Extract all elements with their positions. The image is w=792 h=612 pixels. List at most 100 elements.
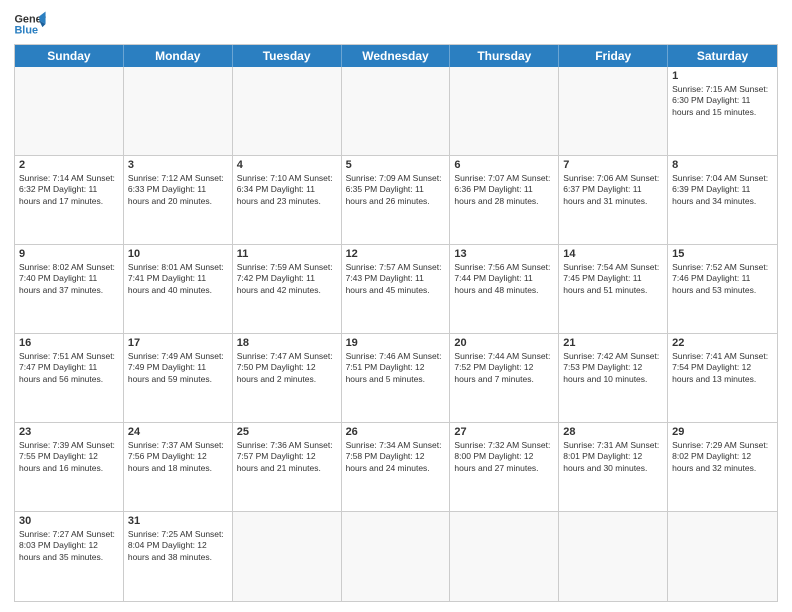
day-cell-11: 11 Sunrise: 7:59 AM Sunset: 7:42 PM Dayli… (233, 245, 342, 333)
calendar-body: 1Sunrise: 7:15 AM Sunset: 6:30 PM Daylig… (15, 67, 777, 601)
day-number: 30 (19, 515, 119, 527)
day-cell-24: 24 Sunrise: 7:37 AM Sunset: 7:56 PM Dayli… (124, 423, 233, 511)
day-info: Sunrise: 8:01 AM Sunset: 7:41 PM Dayligh… (128, 262, 228, 296)
day-number: 10 (128, 248, 228, 260)
day-info: Sunrise: 7:36 AM Sunset: 7:57 PM Dayligh… (237, 440, 337, 474)
day-number: 15 (672, 248, 773, 260)
day-cell-empty (233, 512, 342, 601)
day-info: Sunrise: 7:44 AM Sunset: 7:52 PM Dayligh… (454, 351, 554, 385)
day-cell-5: 5Sunrise: 7:09 AM Sunset: 6:35 PM Daylig… (342, 156, 451, 244)
day-cell-empty (559, 67, 668, 155)
day-info: Sunrise: 7:14 AM Sunset: 6:32 PM Dayligh… (19, 173, 119, 207)
day-cell-28: 28 Sunrise: 7:31 AM Sunset: 8:01 PM Dayli… (559, 423, 668, 511)
day-number: 7 (563, 159, 663, 171)
calendar-row-1: 1Sunrise: 7:15 AM Sunset: 6:30 PM Daylig… (15, 67, 777, 156)
day-number: 9 (19, 248, 119, 260)
day-number: 22 (672, 337, 773, 349)
day-info: Sunrise: 7:47 AM Sunset: 7:50 PM Dayligh… (237, 351, 337, 385)
day-cell-15: 15 Sunrise: 7:52 AM Sunset: 7:46 PM Dayli… (668, 245, 777, 333)
calendar-row-6: 30 Sunrise: 7:27 AM Sunset: 8:03 PM Dayli… (15, 512, 777, 601)
day-info: Sunrise: 7:52 AM Sunset: 7:46 PM Dayligh… (672, 262, 773, 296)
day-number: 11 (237, 248, 337, 260)
day-number: 21 (563, 337, 663, 349)
day-cell-empty (342, 512, 451, 601)
day-number: 29 (672, 426, 773, 438)
day-cell-26: 26Sunrise: 7:34 AM Sunset: 7:58 PM Dayli… (342, 423, 451, 511)
day-info: Sunrise: 7:07 AM Sunset: 6:36 PM Dayligh… (454, 173, 554, 207)
day-info: Sunrise: 7:51 AM Sunset: 7:47 PM Dayligh… (19, 351, 119, 385)
day-number: 24 (128, 426, 228, 438)
day-cell-10: 10 Sunrise: 8:01 AM Sunset: 7:41 PM Dayli… (124, 245, 233, 333)
day-number: 12 (346, 248, 446, 260)
day-cell-21: 21Sunrise: 7:42 AM Sunset: 7:53 PM Dayli… (559, 334, 668, 422)
day-info: Sunrise: 7:54 AM Sunset: 7:45 PM Dayligh… (563, 262, 663, 296)
day-number: 23 (19, 426, 119, 438)
day-info: Sunrise: 7:37 AM Sunset: 7:56 PM Dayligh… (128, 440, 228, 474)
day-info: Sunrise: 7:59 AM Sunset: 7:42 PM Dayligh… (237, 262, 337, 296)
day-cell-empty (15, 67, 124, 155)
calendar-row-3: 9Sunrise: 8:02 AM Sunset: 7:40 PM Daylig… (15, 245, 777, 334)
logo-icon: General Blue (14, 10, 46, 38)
day-cell-14: 14 Sunrise: 7:54 AM Sunset: 7:45 PM Dayli… (559, 245, 668, 333)
weekday-header-tuesday: Tuesday (233, 45, 342, 67)
day-cell-13: 13 Sunrise: 7:56 AM Sunset: 7:44 PM Dayli… (450, 245, 559, 333)
day-cell-7: 7Sunrise: 7:06 AM Sunset: 6:37 PM Daylig… (559, 156, 668, 244)
day-cell-20: 20 Sunrise: 7:44 AM Sunset: 7:52 PM Dayli… (450, 334, 559, 422)
day-info: Sunrise: 7:49 AM Sunset: 7:49 PM Dayligh… (128, 351, 228, 385)
day-cell-9: 9Sunrise: 8:02 AM Sunset: 7:40 PM Daylig… (15, 245, 124, 333)
svg-text:Blue: Blue (14, 24, 38, 36)
day-cell-empty (342, 67, 451, 155)
logo: General Blue (14, 10, 46, 38)
day-cell-12: 12Sunrise: 7:57 AM Sunset: 7:43 PM Dayli… (342, 245, 451, 333)
day-number: 28 (563, 426, 663, 438)
day-info: Sunrise: 7:10 AM Sunset: 6:34 PM Dayligh… (237, 173, 337, 207)
day-cell-empty (450, 512, 559, 601)
day-cell-22: 22 Sunrise: 7:41 AM Sunset: 7:54 PM Dayli… (668, 334, 777, 422)
day-number: 16 (19, 337, 119, 349)
day-cell-31: 31 Sunrise: 7:25 AM Sunset: 8:04 PM Dayli… (124, 512, 233, 601)
weekday-header-wednesday: Wednesday (342, 45, 451, 67)
calendar-header: SundayMondayTuesdayWednesdayThursdayFrid… (15, 45, 777, 67)
day-info: Sunrise: 7:29 AM Sunset: 8:02 PM Dayligh… (672, 440, 773, 474)
day-info: Sunrise: 7:15 AM Sunset: 6:30 PM Dayligh… (672, 84, 773, 118)
day-number: 13 (454, 248, 554, 260)
day-cell-empty (668, 512, 777, 601)
day-info: Sunrise: 7:32 AM Sunset: 8:00 PM Dayligh… (454, 440, 554, 474)
day-cell-1: 1Sunrise: 7:15 AM Sunset: 6:30 PM Daylig… (668, 67, 777, 155)
day-info: Sunrise: 7:31 AM Sunset: 8:01 PM Dayligh… (563, 440, 663, 474)
day-info: Sunrise: 7:46 AM Sunset: 7:51 PM Dayligh… (346, 351, 446, 385)
day-number: 2 (19, 159, 119, 171)
day-info: Sunrise: 7:27 AM Sunset: 8:03 PM Dayligh… (19, 529, 119, 563)
day-number: 26 (346, 426, 446, 438)
day-info: Sunrise: 7:39 AM Sunset: 7:55 PM Dayligh… (19, 440, 119, 474)
day-number: 6 (454, 159, 554, 171)
day-number: 3 (128, 159, 228, 171)
day-number: 8 (672, 159, 773, 171)
day-number: 19 (346, 337, 446, 349)
day-number: 17 (128, 337, 228, 349)
day-info: Sunrise: 7:56 AM Sunset: 7:44 PM Dayligh… (454, 262, 554, 296)
weekday-header-sunday: Sunday (15, 45, 124, 67)
day-cell-18: 18 Sunrise: 7:47 AM Sunset: 7:50 PM Dayli… (233, 334, 342, 422)
day-cell-27: 27Sunrise: 7:32 AM Sunset: 8:00 PM Dayli… (450, 423, 559, 511)
day-info: Sunrise: 7:41 AM Sunset: 7:54 PM Dayligh… (672, 351, 773, 385)
day-number: 31 (128, 515, 228, 527)
calendar-row-5: 23 Sunrise: 7:39 AM Sunset: 7:55 PM Dayli… (15, 423, 777, 512)
weekday-header-thursday: Thursday (450, 45, 559, 67)
day-number: 25 (237, 426, 337, 438)
day-cell-6: 6 Sunrise: 7:07 AM Sunset: 6:36 PM Daylig… (450, 156, 559, 244)
day-info: Sunrise: 7:25 AM Sunset: 8:04 PM Dayligh… (128, 529, 228, 563)
calendar-row-4: 16 Sunrise: 7:51 AM Sunset: 7:47 PM Dayli… (15, 334, 777, 423)
day-cell-30: 30 Sunrise: 7:27 AM Sunset: 8:03 PM Dayli… (15, 512, 124, 601)
day-info: Sunrise: 7:12 AM Sunset: 6:33 PM Dayligh… (128, 173, 228, 207)
day-cell-4: 4 Sunrise: 7:10 AM Sunset: 6:34 PM Daylig… (233, 156, 342, 244)
day-number: 20 (454, 337, 554, 349)
day-number: 18 (237, 337, 337, 349)
day-cell-16: 16 Sunrise: 7:51 AM Sunset: 7:47 PM Dayli… (15, 334, 124, 422)
day-number: 14 (563, 248, 663, 260)
day-cell-17: 17 Sunrise: 7:49 AM Sunset: 7:49 PM Dayli… (124, 334, 233, 422)
day-number: 4 (237, 159, 337, 171)
day-cell-empty (124, 67, 233, 155)
weekday-header-friday: Friday (559, 45, 668, 67)
day-cell-23: 23 Sunrise: 7:39 AM Sunset: 7:55 PM Dayli… (15, 423, 124, 511)
